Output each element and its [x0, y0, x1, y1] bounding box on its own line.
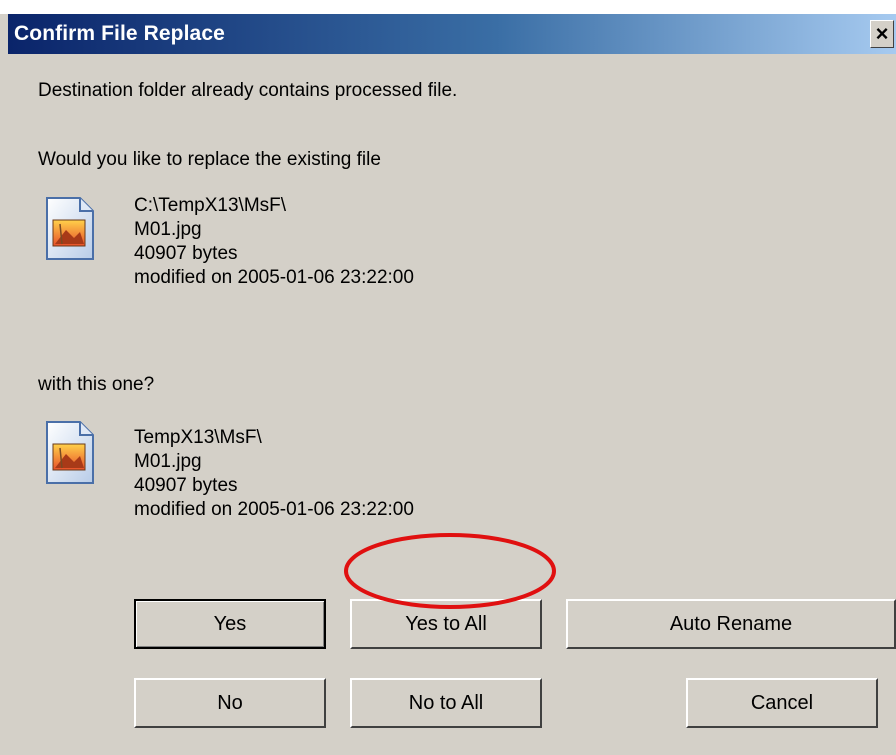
yes-to-all-button[interactable]: Yes to All: [350, 599, 542, 649]
dialog-body: Destination folder already contains proc…: [8, 54, 896, 755]
new-file-name: M01.jpg: [134, 451, 202, 472]
message-line-1: Destination folder already contains proc…: [38, 80, 458, 101]
close-icon: ×: [875, 21, 889, 46]
new-file-info: TempX13\MsF\ M01.jpg 40907 bytes modifie…: [134, 426, 414, 522]
new-file-path: TempX13\MsF\: [134, 427, 262, 448]
window-title: Confirm File Replace: [14, 22, 225, 45]
no-button[interactable]: No: [134, 678, 326, 728]
message-line-2: Would you like to replace the existing f…: [38, 149, 381, 170]
existing-file-modified: modified on 2005-01-06 23:22:00: [134, 267, 414, 288]
new-file-size: 40907 bytes: [134, 475, 238, 496]
image-file-icon: [46, 421, 94, 484]
close-button[interactable]: ×: [870, 20, 894, 48]
message-line-3: with this one?: [38, 374, 155, 395]
existing-file-name: M01.jpg: [134, 219, 202, 240]
existing-file-size: 40907 bytes: [134, 243, 238, 264]
cancel-button[interactable]: Cancel: [686, 678, 878, 728]
new-file-modified: modified on 2005-01-06 23:22:00: [134, 499, 414, 520]
no-to-all-button[interactable]: No to All: [350, 678, 542, 728]
image-file-icon: [46, 197, 94, 260]
existing-file-path: C:\TempX13\MsF\: [134, 195, 287, 216]
existing-file-info: C:\TempX13\MsF\ M01.jpg 40907 bytes modi…: [134, 194, 414, 290]
auto-rename-button[interactable]: Auto Rename: [566, 599, 896, 649]
title-bar[interactable]: Confirm File Replace ×: [8, 14, 896, 54]
screen-top-strip: [0, 0, 896, 14]
yes-button[interactable]: Yes: [134, 599, 326, 649]
